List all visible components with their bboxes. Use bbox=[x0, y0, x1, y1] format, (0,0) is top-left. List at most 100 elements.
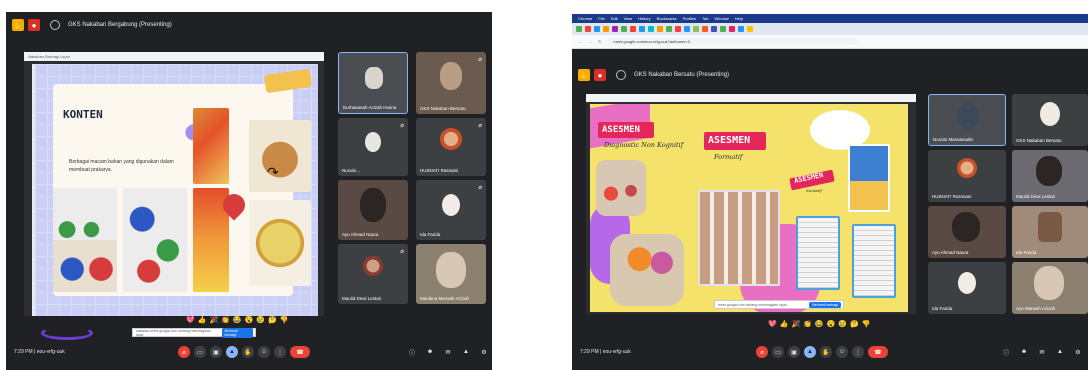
reaction-emoji[interactable]: 😢 bbox=[256, 316, 265, 324]
participant-tile[interactable]: Maulana Marwah Azizah bbox=[416, 244, 486, 304]
tab-favicon[interactable] bbox=[603, 26, 609, 32]
participant-tile[interactable]: ⌀ GKS Nakaban Bersatu bbox=[416, 52, 486, 114]
reaction-emoji[interactable]: 💖 bbox=[186, 316, 195, 324]
back-icon[interactable]: ← bbox=[578, 39, 582, 44]
more-options-icon[interactable]: ⋮ bbox=[852, 346, 864, 358]
tab-favicon[interactable] bbox=[729, 26, 735, 32]
mic-toggle-icon[interactable]: ⌀ bbox=[178, 346, 190, 358]
menu-item[interactable]: Bookmarks bbox=[657, 16, 677, 21]
reload-icon[interactable]: ↻ bbox=[598, 39, 601, 44]
chat-icon[interactable]: ✉ bbox=[442, 346, 454, 358]
menu-item[interactable]: Chrome bbox=[578, 16, 592, 21]
people-icon[interactable]: ☻ bbox=[1018, 346, 1030, 358]
emoji-icon[interactable]: ☺ bbox=[258, 346, 270, 358]
chat-icon[interactable]: ✉ bbox=[1036, 346, 1048, 358]
menu-item[interactable]: Edit bbox=[611, 16, 618, 21]
end-call-button[interactable]: ☎ bbox=[868, 346, 888, 358]
reaction-emoji[interactable]: 👍 bbox=[198, 316, 207, 324]
reaction-emoji[interactable]: 🤔 bbox=[268, 316, 277, 324]
participant-tile[interactable]: ⌀ Ida Farida bbox=[416, 180, 486, 240]
participant-tile[interactable]: HUSNATI Rusmiani bbox=[928, 150, 1006, 202]
tab-favicon[interactable] bbox=[711, 26, 717, 32]
info-icon[interactable]: ⓘ bbox=[406, 346, 418, 358]
present-icon[interactable]: ▲ bbox=[226, 346, 238, 358]
present-icon[interactable]: ▲ bbox=[804, 346, 816, 358]
info-icon[interactable]: ⓘ bbox=[1000, 346, 1012, 358]
record-icon[interactable]: ● bbox=[594, 69, 606, 81]
meeting-info-icon[interactable] bbox=[50, 20, 60, 30]
tab-favicon[interactable] bbox=[747, 26, 753, 32]
menu-item[interactable]: Window bbox=[714, 16, 728, 21]
host-controls-icon[interactable]: ⚙ bbox=[478, 346, 490, 358]
more-options-icon[interactable]: ⋮ bbox=[274, 346, 286, 358]
camera-icon[interactable]: ▭ bbox=[772, 346, 784, 358]
reaction-emoji[interactable]: 😮 bbox=[827, 320, 836, 328]
menu-item[interactable]: Tab bbox=[702, 16, 708, 21]
reaction-emoji[interactable]: 👏 bbox=[221, 316, 230, 324]
url-field[interactable]: meet.google.com/eou-vrfg-uuk?authuser=0 bbox=[607, 38, 858, 45]
tab-favicon[interactable] bbox=[693, 26, 699, 32]
tab-favicon[interactable] bbox=[639, 26, 645, 32]
participant-tile[interactable]: Ida Farida bbox=[928, 262, 1006, 314]
mic-toggle-icon[interactable]: ⌀ bbox=[756, 346, 768, 358]
participant-tile[interactable]: ⌀ HUSNATI Rasnaini bbox=[416, 118, 486, 176]
menu-item[interactable]: View bbox=[624, 16, 633, 21]
tab-favicon[interactable] bbox=[594, 26, 600, 32]
reaction-emoji[interactable]: 😂 bbox=[815, 320, 824, 328]
tab-favicon[interactable] bbox=[657, 26, 663, 32]
participant-tile[interactable]: Ayu Ahmad Naura bbox=[338, 180, 408, 240]
reaction-emoji[interactable]: 🎉 bbox=[791, 320, 800, 328]
stop-sharing-button[interactable]: Berhenti berbagi bbox=[221, 327, 253, 338]
reaction-emoji[interactable]: 👍 bbox=[780, 320, 789, 328]
tab-favicon[interactable] bbox=[702, 26, 708, 32]
tab-favicon[interactable] bbox=[666, 26, 672, 32]
tab-favicon[interactable] bbox=[720, 26, 726, 32]
participant-tile[interactable]: GKS Nakaban Bersatu bbox=[1012, 94, 1088, 146]
tab-favicon[interactable] bbox=[630, 26, 636, 32]
tab-favicon[interactable] bbox=[576, 26, 582, 32]
reaction-emoji[interactable]: 😂 bbox=[233, 316, 242, 324]
host-controls-icon[interactable]: ⚙ bbox=[1072, 346, 1084, 358]
captions-icon[interactable]: ▣ bbox=[210, 346, 222, 358]
reaction-emoji[interactable]: 👏 bbox=[803, 320, 812, 328]
participant-tile[interactable]: ⌀ Nuraini... bbox=[338, 118, 408, 176]
tab-favicon[interactable] bbox=[738, 26, 744, 32]
participant-tile[interactable]: Nurhasanah Azizah Husna bbox=[338, 52, 408, 114]
tab-favicon[interactable] bbox=[612, 26, 618, 32]
activities-icon[interactable]: ▲ bbox=[460, 346, 472, 358]
reaction-emoji[interactable]: 😮 bbox=[245, 316, 254, 324]
people-icon[interactable]: ☻ bbox=[424, 346, 436, 358]
forward-icon[interactable]: → bbox=[588, 39, 592, 44]
tab-favicon[interactable] bbox=[621, 26, 627, 32]
menu-item[interactable]: History bbox=[638, 16, 650, 21]
reaction-emoji[interactable]: 👎 bbox=[280, 316, 289, 324]
hand-icon[interactable]: ✋ bbox=[12, 19, 24, 31]
participant-tile[interactable]: Ida Farida bbox=[1012, 206, 1088, 258]
tab-favicon[interactable] bbox=[675, 26, 681, 32]
raise-hand-icon[interactable]: ✋ bbox=[242, 346, 254, 358]
end-call-button[interactable]: ☎ bbox=[290, 346, 310, 358]
emoji-icon[interactable]: ☺ bbox=[836, 346, 848, 358]
meeting-info-icon[interactable] bbox=[616, 70, 626, 80]
menu-item[interactable]: Help bbox=[735, 16, 743, 21]
reaction-emoji[interactable]: 👎 bbox=[862, 320, 871, 328]
stop-sharing-button[interactable]: Berhenti berbagi bbox=[809, 301, 841, 308]
participant-tile[interactable]: Ayu Marwah Azizah bbox=[1012, 262, 1088, 314]
captions-icon[interactable]: ▣ bbox=[788, 346, 800, 358]
menu-item[interactable]: File bbox=[598, 16, 604, 21]
participant-tile[interactable]: Nuraini Marwanudin bbox=[928, 94, 1006, 146]
participant-tile[interactable]: Ayu Ahmad Naura bbox=[928, 206, 1006, 258]
participant-tile[interactable]: ⌀ Maulid Dewi Lestari bbox=[338, 244, 408, 304]
tab-favicon[interactable] bbox=[648, 26, 654, 32]
camera-icon[interactable]: ▭ bbox=[194, 346, 206, 358]
tab-favicon[interactable] bbox=[684, 26, 690, 32]
participant-tile[interactable]: Maulid Dewi Lestari bbox=[1012, 150, 1088, 202]
reaction-emoji[interactable]: 💖 bbox=[768, 320, 777, 328]
activities-icon[interactable]: ▲ bbox=[1054, 346, 1066, 358]
raise-hand-icon[interactable]: ✋ bbox=[820, 346, 832, 358]
record-icon[interactable]: ● bbox=[28, 19, 40, 31]
reaction-emoji[interactable]: 😢 bbox=[838, 320, 847, 328]
hand-icon[interactable]: ✋ bbox=[578, 69, 590, 81]
tab-favicon[interactable] bbox=[585, 26, 591, 32]
reaction-emoji[interactable]: 🤔 bbox=[850, 320, 859, 328]
